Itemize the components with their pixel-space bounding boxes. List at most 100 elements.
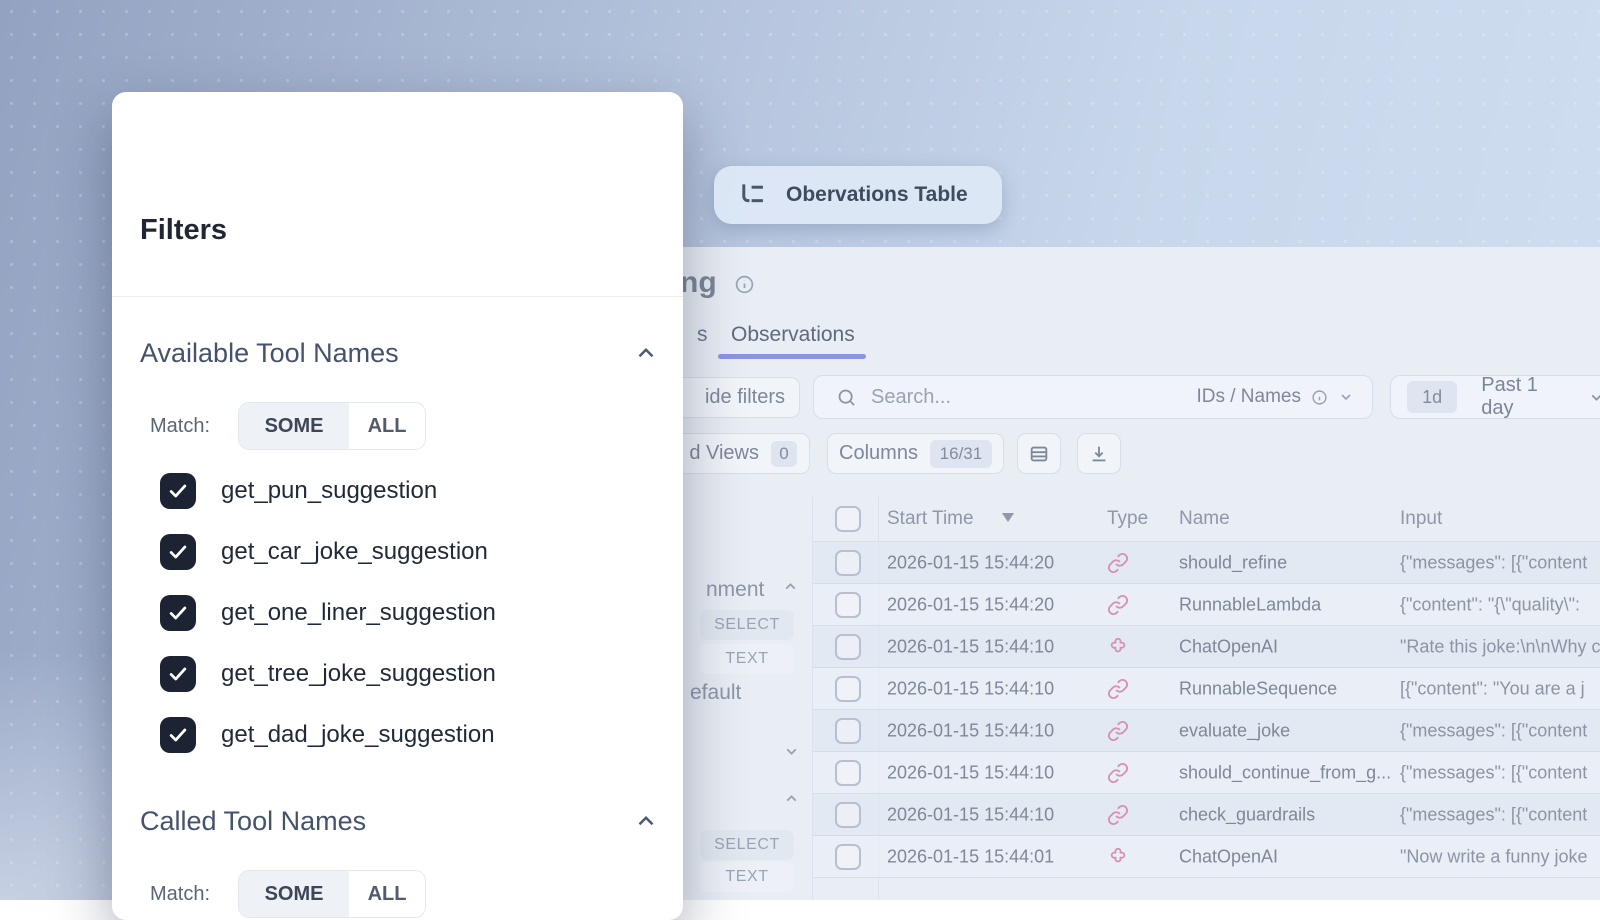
tool-checkbox-checked[interactable] — [160, 717, 196, 753]
columns-button[interactable]: Columns 16/31 — [827, 433, 1004, 474]
match-row: Match: SOME ALL — [150, 402, 426, 450]
tool-label: get_tree_joke_suggestion — [221, 660, 496, 688]
search-scope-select[interactable]: IDs / Names — [1196, 386, 1354, 408]
row-checkbox[interactable] — [835, 760, 861, 786]
row-name: ChatOpenAI — [1179, 636, 1278, 657]
chevron-up-icon[interactable] — [782, 578, 799, 595]
chevron-up-icon[interactable] — [633, 808, 659, 834]
row-checkbox[interactable] — [835, 634, 861, 660]
generation-clover-icon — [1107, 636, 1129, 658]
tool-filter-item[interactable]: get_car_joke_suggestion — [160, 533, 663, 571]
match-option-all[interactable]: ALL — [349, 871, 425, 917]
tab-traces[interactable]: s — [697, 323, 708, 347]
row-start-time: 2026-01-15 15:44:10 — [887, 636, 1054, 657]
row-checkbox[interactable] — [835, 844, 861, 870]
columns-label: Columns — [839, 442, 918, 465]
view-pill-label: Obervations Table — [786, 183, 968, 207]
column-type[interactable]: Type — [1107, 508, 1148, 530]
export-button[interactable] — [1077, 433, 1121, 474]
table-row[interactable]: 2026-01-15 15:44:20 should_refine {"mess… — [813, 542, 1600, 584]
table-row[interactable]: 2026-01-15 15:44:10 RunnableSequence [{"… — [813, 668, 1600, 710]
row-start-time: 2026-01-15 15:44:10 — [887, 804, 1054, 825]
chevron-up-icon[interactable] — [633, 340, 659, 366]
row-name: RunnableLambda — [1179, 594, 1321, 615]
row-start-time: 2026-01-15 15:44:10 — [887, 678, 1054, 699]
row-checkbox[interactable] — [835, 592, 861, 618]
tool-checkbox-checked[interactable] — [160, 473, 196, 509]
tool-filter-item[interactable]: get_one_liner_suggestion — [160, 594, 663, 632]
tool-list-available: get_pun_suggestion get_car_joke_suggesti… — [160, 472, 663, 777]
search-input[interactable]: Search... IDs / Names — [813, 375, 1373, 419]
row-input: {"messages": [{"content — [1400, 552, 1600, 573]
table-header: Start Time Type Name Input — [813, 497, 1600, 542]
time-range-badge: 1d — [1407, 381, 1457, 413]
tool-label: get_car_joke_suggestion — [221, 538, 488, 566]
time-range-select[interactable]: 1d Past 1 day — [1390, 375, 1600, 419]
column-input[interactable]: Input — [1400, 508, 1442, 530]
table-body: 2026-01-15 15:44:20 should_refine {"mess… — [813, 542, 1600, 878]
list-tree-icon — [736, 178, 770, 212]
background-gradient: ng s Observations ide filters Search... … — [0, 0, 1600, 900]
observations-table-view-button[interactable]: Obervations Table — [714, 166, 1002, 224]
section-called-tool-names[interactable]: Called Tool Names — [140, 806, 659, 837]
row-name: should_refine — [1179, 552, 1287, 573]
table-row[interactable]: 2026-01-15 15:44:01 ChatOpenAI "Now writ… — [813, 836, 1600, 878]
row-start-time: 2026-01-15 15:44:20 — [887, 594, 1054, 615]
column-name[interactable]: Name — [1179, 508, 1230, 530]
text-mode-button[interactable]: TEXT — [700, 644, 794, 674]
page-title: ng — [680, 266, 717, 300]
chevron-down-icon[interactable] — [783, 743, 800, 760]
table-row[interactable]: 2026-01-15 15:44:10 evaluate_joke {"mess… — [813, 710, 1600, 752]
saved-views-label: d Views — [689, 442, 759, 465]
text-mode-button[interactable]: TEXT — [700, 862, 794, 892]
select-mode-button[interactable]: SELECT — [700, 610, 794, 640]
row-checkbox[interactable] — [835, 802, 861, 828]
row-input: {"content": "{\"quality\": — [1400, 594, 1600, 615]
table-row[interactable]: 2026-01-15 15:44:10 should_continue_from… — [813, 752, 1600, 794]
tab-observations[interactable]: Observations — [731, 323, 855, 347]
match-option-all[interactable]: ALL — [349, 403, 425, 449]
observation-type-icon — [1107, 594, 1129, 616]
tool-filter-item[interactable]: get_tree_joke_suggestion — [160, 655, 663, 693]
section-available-tool-names[interactable]: Available Tool Names — [140, 338, 659, 369]
sort-desc-icon[interactable] — [1002, 513, 1014, 522]
row-checkbox[interactable] — [835, 718, 861, 744]
chevron-down-icon — [1338, 389, 1354, 405]
tool-checkbox-checked[interactable] — [160, 656, 196, 692]
row-checkbox[interactable] — [835, 550, 861, 576]
match-toggle: SOME ALL — [238, 402, 426, 450]
rows-icon — [1028, 443, 1050, 465]
tool-checkbox-checked[interactable] — [160, 534, 196, 570]
row-name: RunnableSequence — [1179, 678, 1337, 699]
tool-checkbox-checked[interactable] — [160, 595, 196, 631]
observation-type-icon — [1107, 678, 1129, 700]
table-row[interactable]: 2026-01-15 15:44:20 RunnableLambda {"con… — [813, 584, 1600, 626]
filters-panel: Filters Available Tool Names Match: SOME… — [112, 92, 683, 920]
info-icon[interactable] — [734, 274, 755, 295]
chain-link-icon — [1107, 594, 1129, 616]
match-label: Match: — [150, 415, 210, 438]
match-option-some[interactable]: SOME — [239, 871, 349, 917]
section-title: Available Tool Names — [140, 338, 399, 369]
match-label: Match: — [150, 883, 210, 906]
saved-views-count: 0 — [771, 441, 797, 467]
chevron-up-icon[interactable] — [783, 790, 800, 807]
table-row[interactable]: 2026-01-15 15:44:10 check_guardrails {"m… — [813, 794, 1600, 836]
row-start-time: 2026-01-15 15:44:20 — [887, 552, 1054, 573]
row-start-time: 2026-01-15 15:44:10 — [887, 762, 1054, 783]
columns-count: 16/31 — [930, 440, 992, 468]
chevron-down-icon — [1588, 389, 1600, 406]
filters-title: Filters — [140, 214, 227, 247]
row-input: {"messages": [{"content — [1400, 762, 1600, 783]
row-checkbox[interactable] — [835, 676, 861, 702]
select-all-checkbox[interactable] — [835, 506, 861, 532]
select-mode-button[interactable]: SELECT — [700, 830, 794, 860]
match-row: Match: SOME ALL — [150, 870, 426, 918]
table-row[interactable]: 2026-01-15 15:44:10 ChatOpenAI "Rate thi… — [813, 626, 1600, 668]
match-option-some[interactable]: SOME — [239, 403, 349, 449]
row-height-button[interactable] — [1017, 433, 1061, 474]
tool-filter-item[interactable]: get_pun_suggestion — [160, 472, 663, 510]
row-name: check_guardrails — [1179, 804, 1315, 825]
tool-filter-item[interactable]: get_dad_joke_suggestion — [160, 716, 663, 754]
column-start-time[interactable]: Start Time — [887, 508, 974, 530]
